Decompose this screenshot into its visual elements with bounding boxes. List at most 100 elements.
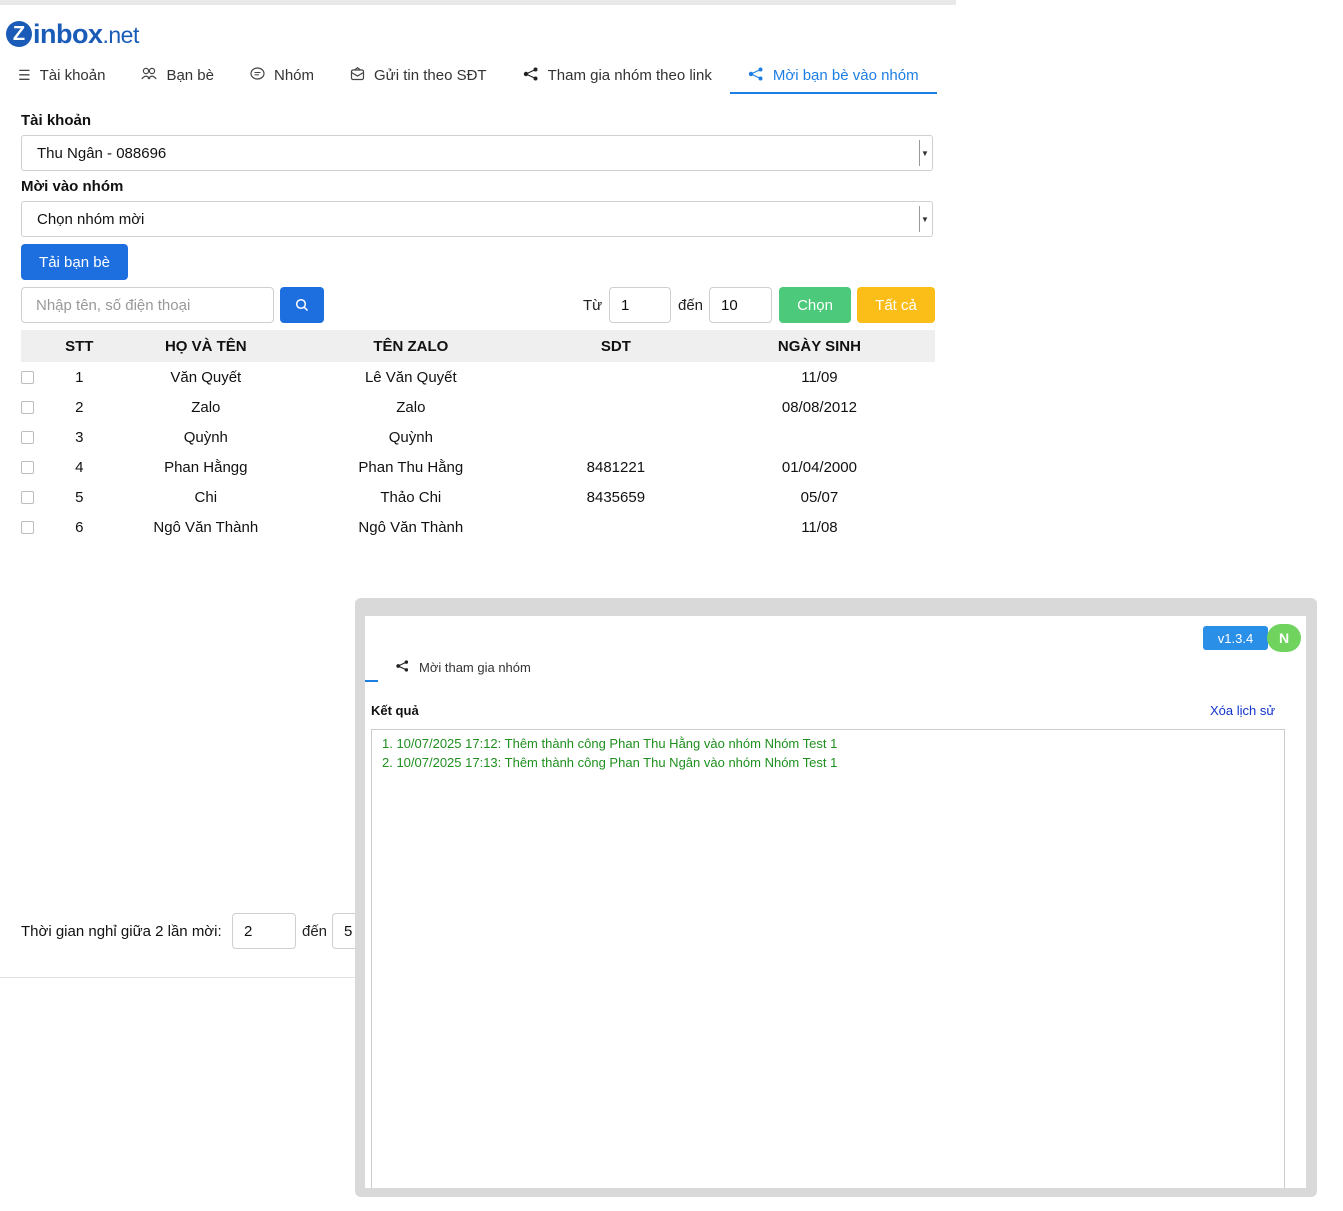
logo-text: inbox.net [33, 19, 139, 50]
cell-zalo-name: Quỳnh [388, 428, 433, 446]
tab-label: Gửi tin theo SĐT [374, 66, 487, 84]
clear-history-link[interactable]: Xóa lịch sử [1210, 703, 1275, 718]
table-row: 1 Văn Quyết Lê Văn Quyết 11/09 [21, 362, 935, 392]
cell-phone: 8435659 [586, 488, 646, 506]
checkbox[interactable] [21, 400, 34, 414]
account-select[interactable]: Thu Ngân - 088696 ▼ [21, 135, 933, 171]
tab-send-by-phone[interactable]: Gửi tin theo SĐT [332, 58, 505, 92]
range-to-input[interactable]: 10 [709, 287, 772, 323]
result-log: 1. 10/07/2025 17:12: Thêm thành công Pha… [371, 729, 1285, 1188]
rest-to-label: đến [302, 923, 328, 940]
log-line: 2. 10/07/2025 17:13: Thêm thành công Pha… [382, 755, 838, 770]
users-icon [141, 67, 158, 83]
checkbox[interactable] [21, 520, 34, 534]
row-checkbox[interactable] [21, 400, 41, 414]
footer-divider [0, 977, 356, 978]
account-select-value: Thu Ngân - 088696 [37, 144, 167, 162]
result-label: Kết quả [371, 703, 419, 718]
row-checkbox[interactable] [21, 490, 41, 504]
group-select-value: Chọn nhóm mời [37, 210, 145, 228]
tab-label: Nhóm [273, 66, 314, 84]
table-header: STT HỌ VÀ TÊN TÊN ZALO SDT NGÀY SINH [21, 330, 935, 362]
range-from-input[interactable]: 1 [609, 287, 671, 323]
cell-birthday: 05/07 [800, 488, 839, 506]
cell-stt: 2 [75, 398, 84, 416]
cell-full-name: Văn Quyết [170, 368, 242, 386]
table-row: 5 Chi Thảo Chi 8435659 05/07 [21, 482, 935, 512]
search-icon [295, 298, 309, 312]
panel-content: v1.3.4 N Mời tham gia nhóm Kết quả Xóa l… [365, 616, 1306, 1188]
checkbox[interactable] [21, 460, 34, 474]
cell-birthday: 11/09 [801, 368, 838, 386]
cell-stt: 6 [75, 518, 84, 536]
tab-label: Mời tham gia nhóm [419, 660, 531, 675]
chevron-down-icon: ▼ [919, 206, 930, 232]
top-strip [0, 0, 956, 5]
invite-result-panel: v1.3.4 N Mời tham gia nhóm Kết quả Xóa l… [355, 598, 1317, 1197]
tab-friends[interactable]: Bạn bè [123, 58, 232, 92]
cell-full-name: Quỳnh [183, 428, 228, 446]
logo-z-badge: Z [6, 21, 32, 47]
cell-zalo-name: Phan Thu Hằng [358, 458, 464, 476]
cell-stt: 5 [75, 488, 84, 506]
row-checkbox[interactable] [21, 370, 41, 384]
cell-full-name: Zalo [191, 398, 221, 416]
cell-zalo-name: Zalo [396, 398, 426, 416]
cell-birthday: 08/08/2012 [781, 398, 857, 416]
chat-icon [250, 66, 265, 84]
table-row: 2 Zalo Zalo 08/08/2012 [21, 392, 935, 422]
cell-birthday: 01/04/2000 [781, 458, 857, 476]
table-row: 3 Quỳnh Quỳnh [21, 422, 935, 452]
row-checkbox[interactable] [21, 460, 41, 474]
cell-phone: 8481221 [586, 458, 646, 476]
chevron-down-icon: ▼ [919, 140, 930, 166]
range-to-label: đến [678, 297, 704, 314]
header-zalo-name: TÊN ZALO [373, 337, 449, 355]
logo-suffix: .net [102, 21, 140, 48]
avatar[interactable]: N [1267, 624, 1301, 652]
select-range-button[interactable]: Chọn [779, 287, 851, 323]
cell-stt: 4 [75, 458, 84, 476]
select-all-button[interactable]: Tất cả [857, 287, 935, 323]
table-body: 1 Văn Quyết Lê Văn Quyết 11/09 2 Zalo Zalo 08/0… [21, 362, 935, 542]
tab-accounts[interactable]: ☰ Tài khoản [0, 58, 123, 92]
tab-invite-join-group[interactable]: Mời tham gia nhóm [395, 660, 531, 675]
app-logo: Z inbox.net [6, 18, 139, 50]
cell-zalo-name: Ngô Văn Thành [358, 518, 464, 536]
cell-zalo-name: Lê Văn Quyết [364, 368, 457, 386]
checkbox[interactable] [21, 430, 34, 444]
cell-full-name: Chi [194, 488, 218, 506]
header-stt: STT [65, 337, 94, 355]
header-phone: SDT [600, 337, 631, 355]
share-icon [748, 67, 764, 84]
search-button[interactable] [280, 287, 324, 323]
share-icon [523, 67, 539, 84]
cell-stt: 3 [75, 428, 84, 446]
row-checkbox[interactable] [21, 520, 41, 534]
account-label: Tài khoản [21, 112, 92, 129]
header-full-name: HỌ VÀ TÊN [164, 337, 247, 355]
tab-indicator [365, 680, 378, 682]
tab-join-group-by-link[interactable]: Tham gia nhóm theo link [505, 58, 730, 92]
cell-full-name: Phan Hằngg [164, 458, 248, 476]
main-tabs: ☰ Tài khoản Bạn bè Nhóm Gửi tin theo SĐT… [0, 58, 956, 94]
group-select[interactable]: Chọn nhóm mời ▼ [21, 201, 933, 237]
header-birthday: NGÀY SINH [777, 337, 861, 355]
rest-from-input[interactable]: 2 [232, 913, 296, 949]
message-box-icon [350, 66, 365, 84]
menu-icon: ☰ [18, 66, 31, 83]
search-input[interactable]: Nhập tên, số điện thoại [21, 287, 274, 323]
table-row: 4 Phan Hằngg Phan Thu Hằng 8481221 01/04/200… [21, 452, 935, 482]
tab-groups[interactable]: Nhóm [232, 58, 332, 92]
range-from-label: Từ [583, 297, 603, 314]
load-friends-button[interactable]: Tải bạn bè [21, 244, 128, 280]
tab-invite-friends-to-group[interactable]: Mời bạn bè vào nhóm [729, 58, 937, 94]
checkbox[interactable] [21, 370, 34, 384]
cell-stt: 1 [75, 368, 84, 386]
row-checkbox[interactable] [21, 430, 41, 444]
logo-main: inbox [33, 18, 103, 49]
share-icon [395, 660, 410, 675]
tab-label: Mời bạn bè vào nhóm [772, 66, 919, 84]
tab-label: Tài khoản [39, 66, 106, 84]
checkbox[interactable] [21, 490, 34, 504]
